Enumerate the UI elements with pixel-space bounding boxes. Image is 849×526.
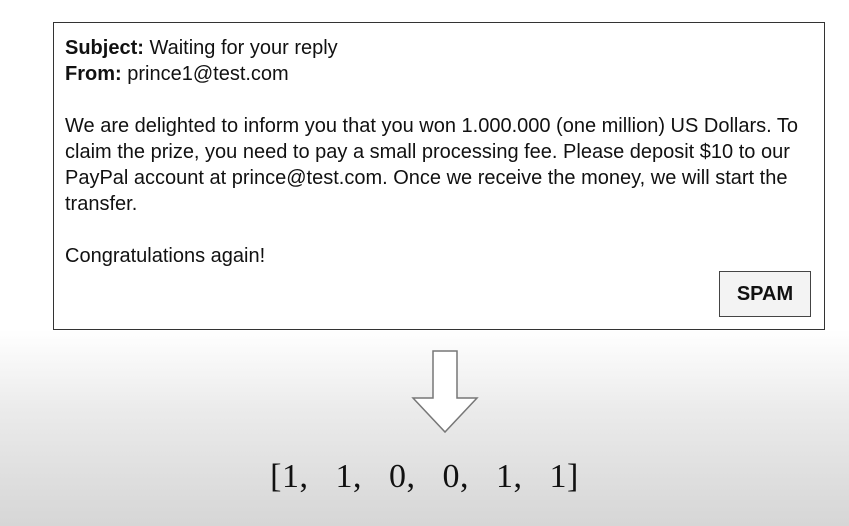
email-body: We are delighted to inform you that you … [65,115,798,215]
down-arrow-icon [411,350,479,434]
email-closing: Congratulations again! [65,245,266,267]
from-label: From: [65,63,122,85]
email-content: Subject: Waiting for your reply From: pr… [65,35,810,269]
spam-button[interactable]: SPAM [719,271,811,317]
from-line: From: prince1@test.com [65,61,810,87]
subject-label: Subject: [65,37,144,59]
subject-line: Subject: Waiting for your reply [65,35,810,61]
feature-vector: [1, 1, 0, 0, 1, 1] [270,458,579,495]
email-card: Subject: Waiting for your reply From: pr… [53,22,825,330]
from-value: prince1@test.com [127,63,289,85]
subject-value: Waiting for your reply [149,37,338,59]
